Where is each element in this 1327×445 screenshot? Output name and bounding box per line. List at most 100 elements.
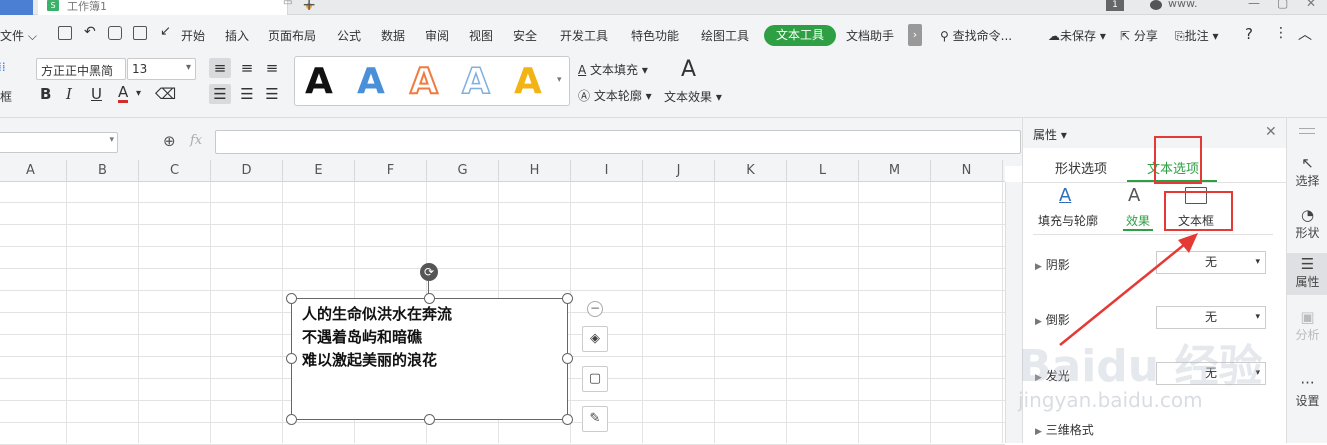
column-header-e[interactable]: E	[283, 160, 355, 182]
column-header-h[interactable]: H	[499, 160, 571, 182]
align-center-button[interactable]: ☰	[236, 84, 258, 104]
column-header-k[interactable]: K	[715, 160, 787, 182]
text-effect-button[interactable]: 文本效果 ▾	[664, 88, 722, 105]
gallery-more-icon[interactable]: ▾	[557, 75, 562, 85]
resize-handle-top[interactable]	[424, 293, 435, 304]
menu-review[interactable]: 审阅	[425, 27, 449, 44]
column-header-g[interactable]: G	[427, 160, 499, 182]
unsaved-button[interactable]: ☁未保存 ▾	[1048, 27, 1106, 44]
wordart-style-4[interactable]: A	[461, 60, 490, 104]
column-header-i[interactable]: I	[571, 160, 643, 182]
column-header-f[interactable]: F	[355, 160, 427, 182]
user-name[interactable]: www.	[1168, 0, 1197, 10]
text-effect-icon[interactable]: A	[681, 57, 696, 82]
restore-icon[interactable]: ▢	[1277, 0, 1288, 10]
resize-handle-left[interactable]	[286, 353, 297, 364]
formula-input[interactable]	[215, 130, 1021, 154]
wordart-style-3[interactable]: A	[409, 60, 439, 104]
rail-settings[interactable]: ··· 设置	[1287, 374, 1327, 409]
notification-badge[interactable]: 1	[1106, 0, 1124, 11]
panel-title[interactable]: 属性 ▾	[1033, 126, 1067, 143]
align-bottom-button[interactable]: ≡	[261, 58, 283, 78]
rail-select[interactable]: ↖ 选择	[1287, 154, 1327, 189]
undo-icon[interactable]: ↶	[84, 24, 96, 40]
italic-button[interactable]: I	[66, 84, 72, 104]
textbox-icon[interactable]: ⁞⁞	[0, 60, 6, 74]
column-header-a[interactable]: A	[0, 160, 67, 182]
text-box[interactable]: 人的生命似洪水在奔流 不遇着岛屿和暗礁 难以激起美丽的浪花	[291, 298, 568, 420]
share-button[interactable]: ⇱ 分享	[1120, 27, 1158, 44]
zoom-icon[interactable]: ⊕	[163, 132, 176, 150]
resize-handle-bottom-left[interactable]	[286, 414, 297, 425]
annotate-button[interactable]: ⎘批注 ▾	[1175, 27, 1218, 44]
menu-formula[interactable]: 公式	[337, 27, 361, 44]
rail-analysis[interactable]: ▣ 分析	[1287, 308, 1327, 343]
tab-shape-options[interactable]: 形状选项	[1055, 158, 1107, 177]
text-box-line[interactable]: 难以激起美丽的浪花	[302, 349, 437, 370]
help-button[interactable]: ?	[1245, 25, 1253, 43]
rotate-handle-icon[interactable]: ⟳	[420, 263, 438, 281]
column-header-j[interactable]: J	[643, 160, 715, 182]
textbox-label[interactable]: 框	[0, 88, 12, 105]
back-icon[interactable]: ↙	[160, 24, 171, 39]
collapse-toolbar-icon[interactable]: −	[587, 301, 603, 317]
menu-start[interactable]: 开始	[181, 27, 205, 44]
font-color-button[interactable]: A	[118, 84, 129, 103]
column-header-d[interactable]: D	[211, 160, 283, 182]
shape-outline-icon[interactable]: ▢	[582, 366, 608, 392]
close-window-icon[interactable]: ✕	[1306, 0, 1316, 10]
underline-button[interactable]: U	[91, 84, 102, 104]
menu-text-tools[interactable]: 文本工具	[764, 25, 836, 46]
align-middle-button[interactable]: ≡	[236, 58, 258, 78]
rail-shape[interactable]: ◔ 形状	[1287, 206, 1327, 241]
column-header-l[interactable]: L	[787, 160, 859, 182]
menu-security[interactable]: 安全	[513, 27, 537, 44]
shape-fill-icon[interactable]: ◈	[582, 326, 608, 352]
column-header-m[interactable]: M	[859, 160, 931, 182]
align-left-button[interactable]: ☰	[209, 84, 231, 104]
fx-icon[interactable]: fx	[190, 133, 202, 148]
font-color-dropdown-icon[interactable]: ▾	[136, 84, 141, 104]
collapse-ribbon-icon[interactable]: ︿	[1298, 24, 1312, 44]
print-preview-icon[interactable]	[133, 26, 147, 40]
menu-features[interactable]: 特色功能	[631, 27, 679, 44]
format-brush-icon[interactable]: ✎	[582, 406, 608, 432]
menu-view[interactable]: 视图	[469, 27, 493, 44]
more-options-icon[interactable]: ⋮	[1274, 25, 1288, 41]
print-icon[interactable]	[108, 26, 122, 40]
close-panel-icon[interactable]: ✕	[1265, 124, 1277, 140]
home-tab[interactable]	[0, 0, 33, 15]
wordart-style-1[interactable]: A	[305, 60, 333, 104]
menu-page-layout[interactable]: 页面布局	[268, 27, 316, 44]
fill-outline-icon[interactable]: A	[1059, 185, 1071, 206]
font-size-select[interactable]: 13 ▾	[127, 58, 196, 80]
column-header-c[interactable]: C	[139, 160, 211, 182]
align-top-button[interactable]: ≡	[209, 58, 231, 78]
menu-doc-helper[interactable]: 文档助手	[846, 27, 894, 44]
new-tab-button[interactable]: +	[302, 0, 316, 15]
clear-format-icon[interactable]: ⌫	[155, 84, 176, 104]
text-box-line[interactable]: 不遇着岛屿和暗礁	[302, 326, 422, 347]
column-header-b[interactable]: B	[67, 160, 139, 182]
menu-file[interactable]: 文件 ⌵	[0, 27, 37, 44]
wordart-style-2[interactable]: A	[357, 60, 385, 104]
text-box-line[interactable]: 人的生命似洪水在奔流	[302, 303, 452, 324]
save-icon[interactable]	[58, 26, 72, 40]
wordart-style-5[interactable]: A	[514, 60, 542, 104]
minimize-icon[interactable]: —	[1248, 0, 1260, 10]
align-right-button[interactable]: ☰	[261, 84, 283, 104]
resize-handle-right[interactable]	[562, 353, 573, 364]
menu-drawing-tools[interactable]: 绘图工具	[701, 27, 749, 44]
font-name-select[interactable]: 方正正中黑简	[36, 58, 126, 80]
more-menu-button[interactable]: ›	[908, 24, 922, 46]
bold-button[interactable]: B	[40, 84, 51, 104]
3d-format-row[interactable]: ▶ 三维格式	[1035, 421, 1094, 438]
menu-data[interactable]: 数据	[381, 27, 405, 44]
rail-properties[interactable]: ☰ 属性	[1287, 253, 1327, 295]
search-command[interactable]: ⚲ 查找命令...	[940, 27, 1012, 44]
menu-insert[interactable]: 插入	[225, 27, 249, 44]
resize-handle-bottom[interactable]	[424, 414, 435, 425]
text-fill-button[interactable]: A 文本填充 ▾	[578, 61, 648, 78]
menu-developer[interactable]: 开发工具	[560, 27, 608, 44]
text-outline-button[interactable]: Ⓐ 文本轮廓 ▾	[578, 87, 652, 104]
